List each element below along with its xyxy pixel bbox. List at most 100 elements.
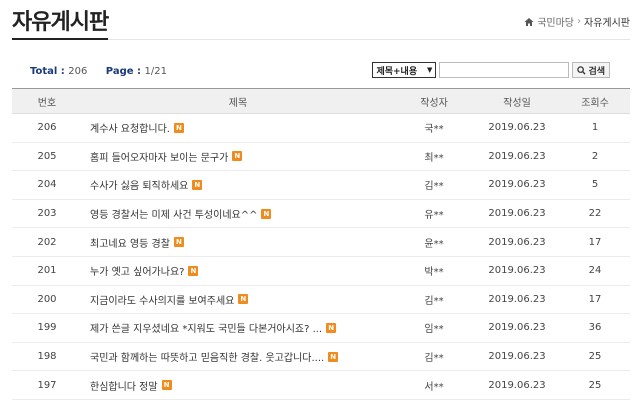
table-row[interactable]: 205 홈피 들어오자마자 보이는 문구가 N 최** 2019.06.23 2 [12, 143, 630, 172]
new-badge-icon: N [192, 179, 203, 190]
search-input[interactable] [439, 62, 570, 78]
table-header: 번호 제목 작성자 작성일 조회수 [12, 88, 630, 114]
post-date: 2019.06.23 [488, 122, 546, 134]
post-date: 2019.06.23 [488, 150, 546, 162]
post-number: 198 [37, 351, 57, 363]
post-title-link[interactable]: 한심합니다 정말 [90, 378, 158, 393]
page-title: 자유게시판 [12, 10, 109, 35]
post-views: 2 [591, 150, 599, 162]
search-area: 제목+내용 ▼ 검색 [372, 62, 610, 78]
post-number: 203 [37, 208, 57, 220]
post-number: 201 [37, 265, 57, 277]
post-views: 1 [591, 122, 599, 134]
post-date: 2019.06.23 [488, 236, 546, 248]
post-views: 36 [588, 322, 602, 334]
post-title-cell[interactable]: 영등 경찰서는 미제 사건 투성이네요^^ N [82, 206, 394, 221]
new-badge-icon: N [232, 151, 243, 162]
post-title-cell[interactable]: 한심합니다 정말 N [82, 378, 394, 393]
post-author: 임** [424, 324, 444, 336]
search-button[interactable]: 검색 [572, 62, 610, 78]
post-author: 김** [424, 181, 444, 193]
breadcrumb: 국민마당 › 자유게시판 [524, 14, 630, 29]
new-badge-icon: N [161, 380, 172, 391]
post-title-link[interactable]: 계수사 요청합니다. [90, 120, 170, 135]
breadcrumb-home[interactable]: 국민마당 [537, 14, 574, 29]
table-row[interactable]: 197 한심합니다 정말 N 서** 2019.06.23 25 [12, 371, 630, 400]
table-row[interactable]: 198 국민과 함께하는 따뜻하고 믿음직한 경찰. 웃고갑니다.... N 김** 2… [12, 343, 630, 372]
post-title-link[interactable]: 수사가 싫음 퇴직하세요 [90, 177, 188, 192]
post-author: 최** [424, 152, 444, 164]
table-row[interactable]: 199 제가 쓴글 지우셨네요 *지워도 국민들 다본거아시죠? ... N 임** 2… [12, 314, 630, 343]
table-row[interactable]: 203 영등 경찰서는 미제 사건 투성이네요^^ N 유** 2019.06.23 22 [12, 200, 630, 229]
header-no: 번호 [37, 97, 57, 109]
post-number: 205 [37, 150, 57, 162]
search-select-value: 제목+내용 [376, 66, 418, 77]
post-date: 2019.06.23 [488, 322, 546, 334]
post-number: 202 [37, 236, 57, 248]
header-views: 조회수 [581, 97, 609, 109]
post-author: 김** [424, 353, 444, 365]
post-number: 197 [37, 379, 57, 391]
post-author: 서** [424, 381, 444, 393]
breadcrumb-current[interactable]: 자유게시판 [584, 14, 630, 29]
post-title-cell[interactable]: 수사가 싫음 퇴직하세요 N [82, 177, 394, 192]
table-row[interactable]: 200 지금이라도 수사의지를 보여주세요 N 김** 2019.06.23 17 [12, 286, 630, 315]
post-title-link[interactable]: 홈피 들어오자마자 보이는 문구가 [90, 149, 228, 164]
post-title-cell[interactable]: 제가 쓴글 지우셨네요 *지워도 국민들 다본거아시죠? ... N [82, 320, 394, 335]
post-views: 25 [588, 351, 602, 363]
table-row[interactable]: 202 최고네요 영등 경찰 N 윤** 2019.06.23 17 [12, 228, 630, 257]
post-number: 199 [37, 322, 57, 334]
post-title-cell[interactable]: 계수사 요청합니다. N [82, 120, 394, 135]
new-badge-icon: N [328, 351, 339, 362]
header-date: 작성일 [503, 97, 531, 109]
breadcrumb-separator: › [577, 16, 581, 27]
post-author: 김** [424, 295, 444, 307]
new-badge-icon: N [188, 265, 199, 276]
post-title-link[interactable]: 영등 경찰서는 미제 사건 투성이네요^^ [90, 206, 257, 221]
post-title-link[interactable]: 최고네요 영등 경찰 [90, 235, 170, 250]
post-title-link[interactable]: 국민과 함께하는 따뜻하고 믿음직한 경찰. 웃고갑니다.... [90, 349, 324, 364]
post-title-cell[interactable]: 홈피 들어오자마자 보이는 문구가 N [82, 149, 394, 164]
post-author: 국** [424, 124, 444, 136]
post-date: 2019.06.23 [488, 379, 546, 391]
home-icon[interactable] [524, 17, 534, 27]
search-button-label: 검색 [588, 66, 605, 77]
post-date: 2019.06.23 [488, 351, 546, 363]
post-date: 2019.06.23 [488, 293, 546, 305]
header-title: 제목 [228, 97, 248, 109]
post-title-cell[interactable]: 최고네요 영등 경찰 N [82, 235, 394, 250]
post-title-cell[interactable]: 누가 옛고 싶어가나요? N [82, 263, 394, 278]
post-views: 25 [588, 379, 602, 391]
page-indicator: 1/21 [144, 66, 167, 77]
table-row[interactable]: 204 수사가 싫음 퇴직하세요 N 김** 2019.06.23 5 [12, 171, 630, 200]
table-body: 206 계수사 요청합니다. N 국** 2019.06.23 1 205 홈피 들어오자마자… [12, 114, 630, 400]
new-badge-icon: N [261, 208, 272, 219]
new-badge-icon: N [238, 294, 249, 305]
post-date: 2019.06.23 [488, 179, 546, 191]
post-title-cell[interactable]: 국민과 함께하는 따뜻하고 믿음직한 경찰. 웃고갑니다.... N [82, 349, 394, 364]
post-title-cell[interactable]: 지금이라도 수사의지를 보여주세요 N [82, 292, 394, 307]
table-row[interactable]: 206 계수사 요청합니다. N 국** 2019.06.23 1 [12, 114, 630, 143]
page-label: Page [105, 66, 134, 77]
table-row[interactable]: 201 누가 옛고 싶어가나요? N 박** 2019.06.23 24 [12, 257, 630, 286]
post-author: 박** [424, 267, 444, 279]
post-number: 204 [37, 179, 57, 191]
post-views: 5 [591, 179, 599, 191]
post-views: 22 [588, 208, 602, 220]
new-badge-icon: N [173, 237, 184, 248]
search-field-select[interactable]: 제목+내용 ▼ [372, 62, 437, 78]
post-title-link[interactable]: 지금이라도 수사의지를 보여주세요 [90, 292, 234, 307]
post-date: 2019.06.23 [488, 265, 546, 277]
post-title-link[interactable]: 제가 쓴글 지우셨네요 *지워도 국민들 다본거아시죠? ... [90, 320, 322, 335]
new-badge-icon: N [173, 122, 184, 133]
post-title-link[interactable]: 누가 옛고 싶어가나요? [90, 263, 184, 278]
post-views: 17 [588, 236, 602, 248]
chevron-down-icon: ▼ [427, 66, 433, 74]
new-badge-icon: N [326, 322, 337, 333]
total-count: 206 [68, 66, 88, 77]
post-views: 17 [588, 293, 602, 305]
post-author: 윤** [424, 238, 444, 250]
post-number: 206 [37, 122, 57, 134]
post-date: 2019.06.23 [488, 208, 546, 220]
post-views: 24 [588, 265, 602, 277]
